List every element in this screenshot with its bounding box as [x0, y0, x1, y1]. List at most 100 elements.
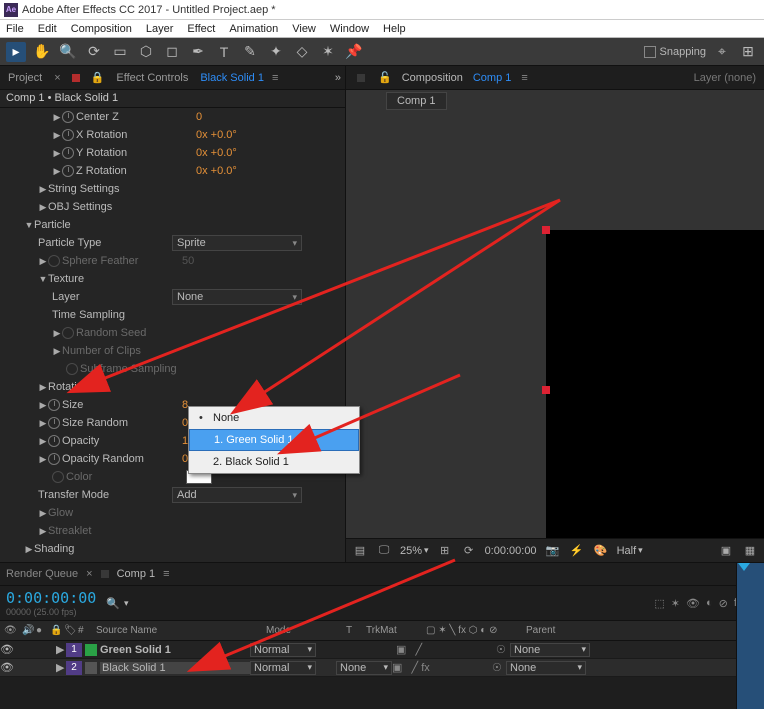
tl-icon[interactable]: ✶: [671, 597, 680, 610]
resolution-dropdown[interactable]: Half▾: [617, 545, 643, 557]
val-y-rot[interactable]: 0x +0.0°: [196, 147, 237, 159]
roto-tool-icon[interactable]: ✶: [318, 42, 338, 62]
popup-option-black-solid[interactable]: 2. Black Solid 1: [189, 451, 359, 473]
group-rotation[interactable]: Rotation: [48, 381, 168, 393]
val-center-z[interactable]: 0: [196, 111, 202, 123]
toggle-icon[interactable]: ⟳: [461, 544, 477, 557]
shape-tool-icon[interactable]: ◻: [162, 42, 182, 62]
viewer-grid-icon[interactable]: ▦: [742, 544, 758, 557]
bolt-icon[interactable]: ⚡: [569, 544, 585, 557]
tab-effect-controls[interactable]: Effect Controls: [112, 72, 192, 84]
tl-icon[interactable]: ◐: [706, 597, 713, 610]
lock-col-icon[interactable]: 🔒: [46, 625, 60, 636]
popup-option-green-solid[interactable]: 1. Green Solid 1: [189, 429, 359, 451]
layer-name[interactable]: Black Solid 1: [100, 662, 250, 674]
selection-tool-icon[interactable]: ▸: [6, 42, 26, 62]
grid-icon[interactable]: ⊞: [437, 544, 453, 557]
val-x-rot[interactable]: 0x +0.0°: [196, 129, 237, 141]
eye-col-icon[interactable]: 👁: [0, 625, 18, 636]
prop-particle-type[interactable]: Particle Type: [38, 237, 172, 249]
speaker-col-icon[interactable]: 🔊: [18, 625, 32, 636]
menu-animation[interactable]: Animation: [229, 23, 278, 35]
composition-canvas[interactable]: [546, 230, 764, 538]
texture-layer-dropdown[interactable]: None▾: [172, 289, 302, 305]
tab-render-queue[interactable]: Render Queue: [6, 568, 78, 580]
prop-layer[interactable]: Layer: [52, 291, 172, 303]
monitor-icon[interactable]: 🖵: [376, 544, 392, 557]
timeline-tracks[interactable]: [736, 563, 764, 709]
tl-icon[interactable]: ⬚: [654, 597, 664, 610]
timeline-layer-row[interactable]: 👁 ▶ 1 Green Solid 1 Normal▾ ▣ ╱ ☉ None▾: [0, 641, 764, 659]
tab-project[interactable]: Project: [4, 72, 46, 84]
eye-icon[interactable]: 👁: [0, 643, 14, 656]
prop-z-rotation[interactable]: Z Rotation: [76, 165, 196, 177]
col-source[interactable]: Source Name: [92, 625, 262, 636]
text-tool-icon[interactable]: T: [214, 42, 234, 62]
timeline-layer-row[interactable]: 👁 ▶ 2 Black Solid 1 Normal▾ None▾ ▣ ╱ fx…: [0, 659, 764, 677]
tab-composition[interactable]: Composition: [402, 72, 463, 84]
timeline-search[interactable]: 🔍▾: [106, 597, 128, 610]
menu-view[interactable]: View: [292, 23, 316, 35]
panel-menu-icon[interactable]: »: [335, 72, 341, 84]
prop-center-z[interactable]: Center Z: [76, 111, 196, 123]
popup-option-none[interactable]: None: [189, 407, 359, 429]
snap-to-icon[interactable]: ⊞: [738, 42, 758, 62]
prop-opacity-random[interactable]: Opacity Random: [62, 453, 182, 465]
tab-layer-none[interactable]: Layer (none): [694, 72, 756, 84]
lock-icon[interactable]: 🔒: [91, 71, 105, 84]
zoom-dropdown[interactable]: 25%▾: [400, 545, 429, 557]
resize-handle[interactable]: [542, 226, 550, 234]
menu-composition[interactable]: Composition: [71, 23, 132, 35]
viewer-time[interactable]: 0:00:00:00: [485, 545, 537, 557]
snapping-toggle[interactable]: Snapping: [644, 46, 707, 58]
prop-x-rotation[interactable]: X Rotation: [76, 129, 196, 141]
composition-name[interactable]: Comp 1: [473, 72, 512, 84]
pan-behind-tool-icon[interactable]: ⬡: [136, 42, 156, 62]
parent-dropdown[interactable]: None▾: [506, 661, 586, 675]
val-z-rot[interactable]: 0x +0.0°: [196, 165, 237, 177]
parent-dropdown[interactable]: None▾: [510, 643, 590, 657]
resize-handle[interactable]: [542, 386, 550, 394]
mode-dropdown[interactable]: Normal▾: [250, 643, 316, 657]
solo-col-icon[interactable]: ●: [32, 625, 46, 636]
prop-size[interactable]: Size: [62, 399, 182, 411]
camera-icon[interactable]: 📷: [545, 544, 561, 557]
tab-timeline-comp[interactable]: Comp 1: [117, 568, 156, 580]
transfer-mode-dropdown[interactable]: Add▾: [172, 487, 302, 503]
prop-obj-settings[interactable]: OBJ Settings: [48, 201, 168, 213]
snap-options-icon[interactable]: ⌖: [712, 42, 732, 62]
label-col-icon[interactable]: 🏷: [60, 625, 74, 636]
tl-shy-icon[interactable]: 👁: [686, 597, 700, 610]
viewer-comp-tab[interactable]: Comp 1: [386, 92, 447, 110]
col-mode[interactable]: Mode: [262, 625, 342, 636]
mode-dropdown[interactable]: Normal▾: [250, 661, 316, 675]
hand-tool-icon[interactable]: ✋: [32, 42, 52, 62]
playhead-icon[interactable]: [738, 563, 750, 571]
prop-size-random[interactable]: Size Random: [62, 417, 182, 429]
prop-string-settings[interactable]: String Settings: [48, 183, 168, 195]
col-parent[interactable]: Parent: [522, 625, 602, 636]
menu-effect[interactable]: Effect: [187, 23, 215, 35]
palette-icon[interactable]: 🎨: [593, 544, 609, 557]
pickwhip-icon[interactable]: ☉: [492, 661, 506, 674]
clone-tool-icon[interactable]: ✦: [266, 42, 286, 62]
pen-tool-icon[interactable]: ✒: [188, 42, 208, 62]
prop-y-rotation[interactable]: Y Rotation: [76, 147, 196, 159]
menu-edit[interactable]: Edit: [38, 23, 57, 35]
tl-icon[interactable]: ⊘: [719, 597, 728, 610]
prop-time-sampling[interactable]: Time Sampling: [52, 309, 172, 321]
zoom-tool-icon[interactable]: 🔍: [58, 42, 78, 62]
prop-transfer-mode[interactable]: Transfer Mode: [38, 489, 172, 501]
menu-help[interactable]: Help: [383, 23, 406, 35]
mask-icon[interactable]: ▤: [352, 544, 368, 557]
orbit-tool-icon[interactable]: ⟳: [84, 42, 104, 62]
menu-window[interactable]: Window: [330, 23, 369, 35]
puppet-tool-icon[interactable]: 📌: [344, 42, 364, 62]
prop-opacity[interactable]: Opacity: [62, 435, 182, 447]
viewer-layout-icon[interactable]: ▣: [718, 544, 734, 557]
col-trkmat[interactable]: TrkMat: [362, 625, 422, 636]
trkmat-dropdown[interactable]: None▾: [336, 661, 392, 675]
group-shading[interactable]: Shading: [34, 543, 154, 555]
col-t[interactable]: T: [342, 625, 362, 636]
eraser-tool-icon[interactable]: ◇: [292, 42, 312, 62]
